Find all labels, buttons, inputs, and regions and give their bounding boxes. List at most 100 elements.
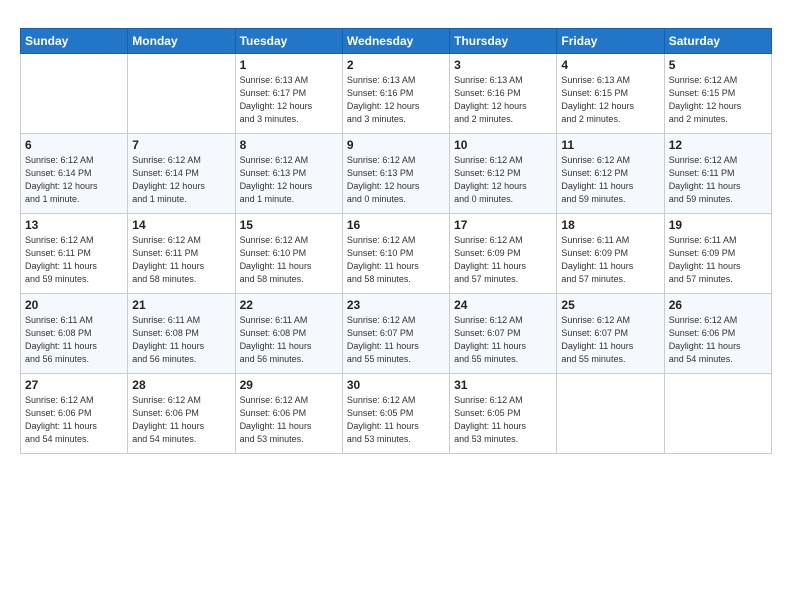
day-number: 20 — [25, 298, 123, 312]
calendar-cell: 11 Sunrise: 6:12 AM Sunset: 6:12 PM Dayli… — [557, 134, 664, 214]
day-info: Sunrise: 6:13 AM Sunset: 6:15 PM Dayligh… — [561, 74, 659, 126]
week-row-3: 13 Sunrise: 6:12 AM Sunset: 6:11 PM Dayli… — [21, 214, 772, 294]
day-info: Sunrise: 6:11 AM Sunset: 6:08 PM Dayligh… — [25, 314, 123, 366]
calendar-cell: 2 Sunrise: 6:13 AM Sunset: 6:16 PM Daylig… — [342, 54, 449, 134]
calendar-cell — [664, 374, 771, 454]
weekday-header-thursday: Thursday — [450, 29, 557, 54]
weekday-header-tuesday: Tuesday — [235, 29, 342, 54]
day-info: Sunrise: 6:12 AM Sunset: 6:14 PM Dayligh… — [25, 154, 123, 206]
day-number: 30 — [347, 378, 445, 392]
day-info: Sunrise: 6:12 AM Sunset: 6:12 PM Dayligh… — [454, 154, 552, 206]
calendar-cell: 31 Sunrise: 6:12 AM Sunset: 6:05 PM Dayli… — [450, 374, 557, 454]
weekday-header-row: SundayMondayTuesdayWednesdayThursdayFrid… — [21, 29, 772, 54]
day-number: 8 — [240, 138, 338, 152]
day-info: Sunrise: 6:12 AM Sunset: 6:07 PM Dayligh… — [454, 314, 552, 366]
day-info: Sunrise: 6:12 AM Sunset: 6:05 PM Dayligh… — [454, 394, 552, 446]
weekday-header-sunday: Sunday — [21, 29, 128, 54]
calendar-cell: 25 Sunrise: 6:12 AM Sunset: 6:07 PM Dayli… — [557, 294, 664, 374]
day-number: 4 — [561, 58, 659, 72]
calendar-cell: 16 Sunrise: 6:12 AM Sunset: 6:10 PM Dayli… — [342, 214, 449, 294]
day-info: Sunrise: 6:11 AM Sunset: 6:08 PM Dayligh… — [132, 314, 230, 366]
day-info: Sunrise: 6:11 AM Sunset: 6:09 PM Dayligh… — [669, 234, 767, 286]
day-number: 9 — [347, 138, 445, 152]
day-info: Sunrise: 6:12 AM Sunset: 6:13 PM Dayligh… — [240, 154, 338, 206]
day-info: Sunrise: 6:12 AM Sunset: 6:09 PM Dayligh… — [454, 234, 552, 286]
calendar-cell — [21, 54, 128, 134]
day-number: 19 — [669, 218, 767, 232]
day-info: Sunrise: 6:12 AM Sunset: 6:11 PM Dayligh… — [132, 234, 230, 286]
calendar-cell: 7Sunrise: 6:12 AM Sunset: 6:14 PM Daylig… — [128, 134, 235, 214]
day-info: Sunrise: 6:12 AM Sunset: 6:11 PM Dayligh… — [669, 154, 767, 206]
day-number: 25 — [561, 298, 659, 312]
calendar-cell: 27 Sunrise: 6:12 AM Sunset: 6:06 PM Dayli… — [21, 374, 128, 454]
day-number: 12 — [669, 138, 767, 152]
calendar-cell: 29 Sunrise: 6:12 AM Sunset: 6:06 PM Dayli… — [235, 374, 342, 454]
day-number: 3 — [454, 58, 552, 72]
day-number: 26 — [669, 298, 767, 312]
week-row-2: 6 Sunrise: 6:12 AM Sunset: 6:14 PM Daylig… — [21, 134, 772, 214]
calendar-cell: 12 Sunrise: 6:12 AM Sunset: 6:11 PM Dayli… — [664, 134, 771, 214]
header: General Blue — [20, 16, 772, 18]
day-info: Sunrise: 6:13 AM Sunset: 6:16 PM Dayligh… — [347, 74, 445, 126]
calendar-cell: 21 Sunrise: 6:11 AM Sunset: 6:08 PM Dayli… — [128, 294, 235, 374]
page: General Blue SundayMondayTuesdayWednesda… — [0, 0, 792, 612]
calendar-cell: 4 Sunrise: 6:13 AM Sunset: 6:15 PM Daylig… — [557, 54, 664, 134]
day-number: 1 — [240, 58, 338, 72]
day-info: Sunrise: 6:12 AM Sunset: 6:11 PM Dayligh… — [25, 234, 123, 286]
day-number: 17 — [454, 218, 552, 232]
calendar-cell: 5 Sunrise: 6:12 AM Sunset: 6:15 PM Daylig… — [664, 54, 771, 134]
calendar-cell: 22Sunrise: 6:11 AM Sunset: 6:08 PM Dayli… — [235, 294, 342, 374]
day-number: 22 — [240, 298, 338, 312]
calendar-cell: 14 Sunrise: 6:12 AM Sunset: 6:11 PM Dayli… — [128, 214, 235, 294]
day-info: Sunrise: 6:12 AM Sunset: 6:12 PM Dayligh… — [561, 154, 659, 206]
day-info: Sunrise: 6:13 AM Sunset: 6:17 PM Dayligh… — [240, 74, 338, 126]
day-info: Sunrise: 6:12 AM Sunset: 6:15 PM Dayligh… — [669, 74, 767, 126]
weekday-header-wednesday: Wednesday — [342, 29, 449, 54]
day-number: 27 — [25, 378, 123, 392]
calendar-cell: 17 Sunrise: 6:12 AM Sunset: 6:09 PM Dayli… — [450, 214, 557, 294]
day-info: Sunrise: 6:12 AM Sunset: 6:07 PM Dayligh… — [347, 314, 445, 366]
day-number: 5 — [669, 58, 767, 72]
day-number: 13 — [25, 218, 123, 232]
day-info: Sunrise: 6:12 AM Sunset: 6:06 PM Dayligh… — [25, 394, 123, 446]
calendar-cell: 28 Sunrise: 6:12 AM Sunset: 6:06 PM Dayli… — [128, 374, 235, 454]
day-info: Sunrise: 6:13 AM Sunset: 6:16 PM Dayligh… — [454, 74, 552, 126]
day-number: 18 — [561, 218, 659, 232]
calendar-cell: 9 Sunrise: 6:12 AM Sunset: 6:13 PM Daylig… — [342, 134, 449, 214]
day-number: 31 — [454, 378, 552, 392]
day-number: 16 — [347, 218, 445, 232]
calendar-cell: 8 Sunrise: 6:12 AM Sunset: 6:13 PM Daylig… — [235, 134, 342, 214]
day-info: Sunrise: 6:12 AM Sunset: 6:06 PM Dayligh… — [240, 394, 338, 446]
day-info: Sunrise: 6:12 AM Sunset: 6:10 PM Dayligh… — [240, 234, 338, 286]
calendar-cell: 18 Sunrise: 6:11 AM Sunset: 6:09 PM Dayli… — [557, 214, 664, 294]
day-info: Sunrise: 6:12 AM Sunset: 6:07 PM Dayligh… — [561, 314, 659, 366]
calendar-cell: 15 Sunrise: 6:12 AM Sunset: 6:10 PM Dayli… — [235, 214, 342, 294]
calendar-cell — [128, 54, 235, 134]
calendar-cell: 24 Sunrise: 6:12 AM Sunset: 6:07 PM Dayli… — [450, 294, 557, 374]
day-number: 14 — [132, 218, 230, 232]
day-info: Sunrise: 6:11 AM Sunset: 6:09 PM Dayligh… — [561, 234, 659, 286]
day-info: Sunrise: 6:12 AM Sunset: 6:13 PM Dayligh… — [347, 154, 445, 206]
calendar-cell: 13 Sunrise: 6:12 AM Sunset: 6:11 PM Dayli… — [21, 214, 128, 294]
weekday-header-friday: Friday — [557, 29, 664, 54]
day-number: 21 — [132, 298, 230, 312]
day-info: Sunrise: 6:12 AM Sunset: 6:05 PM Dayligh… — [347, 394, 445, 446]
day-number: 7 — [132, 138, 230, 152]
day-number: 29 — [240, 378, 338, 392]
day-number: 2 — [347, 58, 445, 72]
day-info: Sunrise: 6:12 AM Sunset: 6:10 PM Dayligh… — [347, 234, 445, 286]
calendar-cell — [557, 374, 664, 454]
weekday-header-monday: Monday — [128, 29, 235, 54]
day-number: 28 — [132, 378, 230, 392]
calendar-cell: 3 Sunrise: 6:13 AM Sunset: 6:16 PM Daylig… — [450, 54, 557, 134]
day-number: 15 — [240, 218, 338, 232]
day-number: 11 — [561, 138, 659, 152]
week-row-4: 20 Sunrise: 6:11 AM Sunset: 6:08 PM Dayli… — [21, 294, 772, 374]
calendar-cell: 19 Sunrise: 6:11 AM Sunset: 6:09 PM Dayli… — [664, 214, 771, 294]
day-number: 24 — [454, 298, 552, 312]
calendar-cell: 30 Sunrise: 6:12 AM Sunset: 6:05 PM Dayli… — [342, 374, 449, 454]
calendar-cell: 6 Sunrise: 6:12 AM Sunset: 6:14 PM Daylig… — [21, 134, 128, 214]
week-row-5: 27 Sunrise: 6:12 AM Sunset: 6:06 PM Dayli… — [21, 374, 772, 454]
day-number: 6 — [25, 138, 123, 152]
day-info: Sunrise: 6:12 AM Sunset: 6:06 PM Dayligh… — [132, 394, 230, 446]
